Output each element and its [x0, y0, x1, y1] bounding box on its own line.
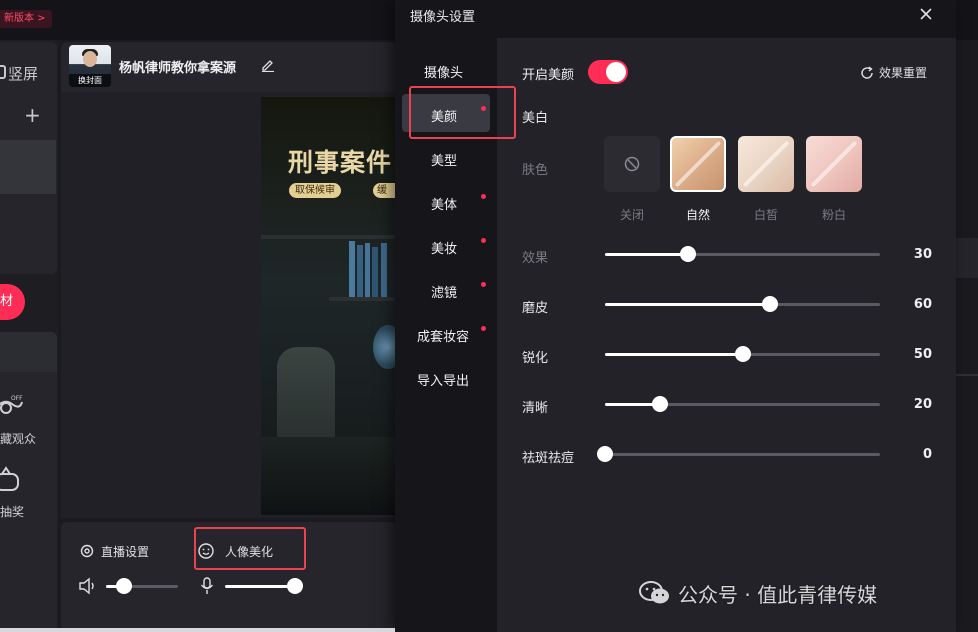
slider-label: 清晰	[522, 401, 549, 416]
slider-value: 50	[913, 347, 932, 362]
video-preview: 刑事案件 取保候审 缓	[261, 97, 397, 515]
tab-camera[interactable]: 摄像头	[424, 62, 463, 81]
skin-option-label: 粉白	[821, 208, 846, 222]
tab-filter[interactable]: 滤镜	[431, 282, 457, 301]
slider-fill	[605, 353, 743, 356]
swatch-gloss	[742, 140, 790, 188]
slider-knob[interactable]	[652, 396, 668, 412]
new-version-badge[interactable]: 新版本 >	[0, 10, 52, 28]
dialog-header	[395, 0, 956, 38]
live-settings-button[interactable]: 直播设置	[79, 542, 149, 560]
slider-value: 0	[922, 447, 932, 462]
bookshelf	[261, 235, 397, 239]
tab-makeup[interactable]: 美妆	[431, 238, 457, 257]
reset-effects-label: 效果重置	[879, 66, 928, 80]
disabled-icon	[624, 156, 640, 172]
new-dot	[481, 326, 486, 331]
hide-audience-label[interactable]: 藏观众	[0, 430, 36, 447]
slider-value: 20	[913, 397, 932, 412]
add-scene-icon[interactable]: +	[24, 103, 41, 127]
annotation-highlight	[194, 527, 306, 570]
slider-knob[interactable]	[734, 346, 751, 362]
microphone-icon[interactable]	[199, 577, 215, 595]
skin-option-label: 关闭	[619, 208, 644, 222]
wechat-icon	[639, 581, 669, 604]
new-dot	[481, 238, 486, 243]
lottery-icon[interactable]	[0, 466, 24, 494]
skin-tone-label: 肤色	[522, 163, 549, 178]
desk	[261, 437, 397, 515]
dialog-title: 摄像头设置	[410, 10, 476, 25]
right-panel	[956, 40, 978, 632]
book	[349, 241, 355, 297]
book	[357, 245, 363, 297]
annotation-highlight	[409, 86, 516, 139]
slider-track[interactable]	[605, 453, 880, 456]
tab-body[interactable]: 美体	[431, 194, 457, 213]
swatch-gloss	[810, 140, 858, 188]
skin-option-fair[interactable]	[738, 136, 794, 192]
slider-value: 60	[913, 297, 932, 312]
tab-makeup-sets[interactable]: 成套妆容	[417, 326, 469, 345]
slider-value: 30	[913, 247, 932, 262]
window-edge	[0, 628, 395, 632]
slider-knob[interactable]	[762, 296, 778, 312]
close-icon[interactable]	[916, 4, 936, 24]
toggle-knob	[606, 62, 626, 82]
video-tag: 缓	[373, 183, 397, 198]
tools-card-header	[0, 332, 57, 372]
gear-icon	[80, 544, 94, 558]
portrait-icon	[0, 65, 6, 79]
change-cover-label[interactable]: 换封面	[69, 74, 111, 87]
book	[381, 243, 387, 297]
tab-face-shape[interactable]: 美型	[431, 150, 457, 169]
avatar-face	[83, 51, 97, 67]
hide-audience-icon[interactable]: OFF	[0, 392, 24, 420]
slider-fill	[605, 303, 770, 306]
speaker-volume-knob[interactable]	[116, 578, 132, 594]
slider-label: 磨皮	[522, 301, 549, 316]
edit-icon[interactable]	[261, 58, 275, 72]
new-dot	[481, 194, 486, 199]
right-panel-section	[956, 238, 978, 278]
mic-volume-knob[interactable]	[287, 578, 303, 594]
book	[372, 247, 378, 297]
refresh-icon	[861, 65, 873, 79]
enable-beauty-label: 开启美颜	[522, 68, 575, 83]
portrait-mode-label[interactable]: 竖屏	[8, 63, 38, 84]
slider-label: 效果	[522, 251, 549, 266]
swatch-gloss	[674, 140, 722, 188]
slider-knob[interactable]	[679, 246, 696, 262]
book	[365, 243, 370, 297]
decor-plate	[373, 325, 397, 369]
slider-fill	[605, 253, 688, 256]
slider-knob[interactable]	[597, 446, 613, 462]
skin-option-natural[interactable]	[670, 136, 726, 192]
speaker-icon[interactable]	[78, 577, 98, 595]
live-settings-label: 直播设置	[101, 544, 150, 559]
watermark-text: 公众号 · 值此青律传媒	[678, 582, 878, 607]
tab-import-export[interactable]: 导入导出	[417, 370, 469, 389]
avatar[interactable]: 换封面	[69, 45, 111, 87]
slider-label: 锐化	[522, 351, 549, 366]
scene-item-selected[interactable]	[0, 140, 56, 194]
video-title: 刑事案件	[288, 148, 393, 177]
whiten-section-title: 美白	[522, 111, 549, 126]
svg-text:OFF: OFF	[11, 395, 23, 402]
streamer-name: 杨帆律师教你拿案源	[119, 61, 237, 76]
reset-effects-button[interactable]: 效果重置	[860, 64, 927, 81]
bookshelf	[329, 297, 397, 301]
new-dot	[481, 282, 486, 287]
skin-option-pink[interactable]	[806, 136, 862, 192]
video-tag: 取保候审	[289, 183, 341, 198]
skin-option-label: 白皙	[753, 208, 778, 222]
dialog-content	[497, 38, 956, 632]
watermark: 公众号 · 值此青律传媒	[638, 578, 877, 608]
divider	[956, 374, 978, 376]
lottery-label[interactable]: 抽奖	[0, 503, 24, 520]
slider-label: 祛斑祛痘	[522, 451, 575, 466]
skin-option-label: 自然	[685, 208, 710, 222]
